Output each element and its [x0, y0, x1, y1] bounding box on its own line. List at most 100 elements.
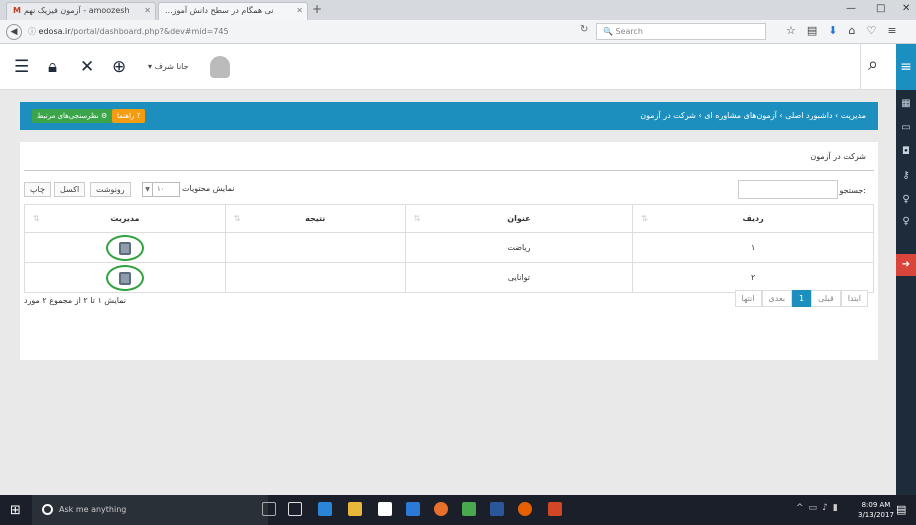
- user-dropdown[interactable]: ▾ جانا شرف: [148, 54, 236, 80]
- main-content: نظرسنجی‌های مرتبط ⚙ راهنما ? مدیریت › دا…: [0, 90, 896, 495]
- table-header-row: ردیف ⇅ عنوان ⇅ نتیجه ⇅ مدیریت ⇅: [24, 204, 874, 233]
- take-exam-button[interactable]: [105, 264, 144, 291]
- home-icon[interactable]: ⌂: [849, 24, 867, 37]
- col-header-management[interactable]: مدیریت ⇅: [24, 204, 226, 233]
- browser-tab-1[interactable]: M آزمون فیزیک نهم - amoozesh ✕: [6, 2, 156, 20]
- print-button[interactable]: چاپ: [24, 182, 51, 197]
- tab-1-label: آزمون فیزیک نهم - amoozesh: [23, 6, 130, 15]
- row-result: [224, 232, 406, 263]
- page-size-value: ۱۰: [157, 185, 165, 193]
- sort-icon: ⇅: [33, 214, 40, 223]
- monitor-icon[interactable]: ▭: [896, 122, 916, 133]
- table-info: نمایش ۱ تا ۲ از مجموع ۲ مورد: [24, 296, 126, 305]
- col-header-title[interactable]: عنوان ⇅: [404, 204, 634, 233]
- close-tab-icon[interactable]: ✕: [296, 3, 303, 19]
- pager-previous[interactable]: قبلی: [811, 290, 841, 307]
- network-icon[interactable]: ▭: [809, 503, 823, 513]
- sidebar-menu-icon[interactable]: ≡: [896, 44, 916, 90]
- url-path: /portal/dashboard.php?&dev#mid=745: [70, 27, 229, 36]
- app-icon[interactable]: [462, 502, 476, 516]
- col-header-title-label: عنوان: [507, 214, 531, 223]
- reload-icon[interactable]: ↻: [580, 24, 588, 35]
- reader-icon[interactable]: ▤: [807, 24, 828, 37]
- url-host: edosa.ir: [38, 27, 71, 36]
- download-icon[interactable]: ⬇: [828, 24, 848, 37]
- chrome-icon[interactable]: [434, 502, 448, 516]
- browser-search-field[interactable]: 🔍 Search: [596, 23, 766, 40]
- task-view-icon[interactable]: [288, 502, 302, 516]
- breadcrumb: مدیریت › داشبورد اصلی › آزمون‌های مشاوره…: [640, 111, 866, 120]
- location-icon[interactable]: ♀: [896, 216, 916, 227]
- sort-icon: ⇅: [413, 214, 421, 223]
- star-icon[interactable]: ☆: [786, 24, 807, 37]
- clock[interactable]: 8:09 AM 3/13/2017: [858, 500, 894, 520]
- browser-toolbar-icons[interactable]: ☆▤⬇⌂♡≡: [786, 24, 908, 37]
- right-sidebar: ≡ ▦ ▭ ◘ ⚷ ♀ ♀ ➜: [896, 44, 916, 495]
- pin-icon[interactable]: ♀: [896, 194, 916, 205]
- pocket-icon[interactable]: ♡: [866, 24, 887, 37]
- row-index: ۲: [632, 262, 874, 293]
- edge-icon[interactable]: [318, 502, 332, 516]
- mic-icon[interactable]: [262, 502, 276, 516]
- system-tray[interactable]: ^▭♪▮: [796, 503, 843, 513]
- exam-table: ردیف ⇅ عنوان ⇅ نتیجه ⇅ مدیریت ⇅ ۱ ریاضت ۲ تو…: [24, 204, 874, 293]
- store-icon[interactable]: [378, 502, 392, 516]
- close-tab-icon[interactable]: ✕: [144, 3, 151, 19]
- file-explorer-icon[interactable]: [348, 502, 362, 516]
- table-row: ۲ توانایی: [24, 262, 874, 293]
- grid-icon[interactable]: ▦: [896, 98, 916, 109]
- volume-icon[interactable]: ♪: [822, 503, 833, 513]
- copy-button[interactable]: رونوشت: [90, 182, 131, 197]
- col-header-index[interactable]: ردیف ⇅: [632, 204, 874, 233]
- minimize-icon[interactable]: —: [846, 3, 856, 14]
- related-surveys-label: نظرسنجی‌های مرتبط: [37, 112, 99, 120]
- page-size-select[interactable]: ▼ ۱۰: [142, 182, 180, 197]
- key-icon[interactable]: ⚷: [896, 170, 916, 181]
- expand-icon[interactable]: ✕: [80, 57, 94, 77]
- user-name: جانا شرف: [154, 62, 189, 71]
- firefox-icon[interactable]: [518, 502, 532, 516]
- gmail-icon: M: [13, 6, 21, 15]
- menu-icon[interactable]: ≡: [887, 24, 907, 37]
- take-exam-button[interactable]: [105, 234, 144, 261]
- cortana-search[interactable]: Ask me anything: [32, 495, 268, 525]
- browser-tab-2[interactable]: ...نی همگام در سطح دانش آموز ✕: [158, 2, 308, 20]
- pager-page-1[interactable]: 1: [792, 290, 812, 307]
- sort-icon: ⇅: [233, 214, 241, 223]
- col-header-result[interactable]: نتیجه ⇅: [224, 204, 406, 233]
- battery-icon[interactable]: ▮: [833, 503, 843, 513]
- search-input[interactable]: [738, 180, 838, 199]
- windows-start-icon[interactable]: ⊞: [10, 503, 21, 518]
- logout-icon[interactable]: ➜: [896, 254, 916, 276]
- word-icon[interactable]: [490, 502, 504, 516]
- excel-button[interactable]: اکسل: [54, 182, 86, 197]
- lock-icon[interactable]: 🔒︎: [48, 57, 57, 77]
- sort-icon: ⇅: [641, 214, 648, 223]
- notifications-icon[interactable]: ▤: [896, 503, 906, 516]
- url-field[interactable]: ⓘ edosa.ir/portal/dashboard.php?&dev#mid…: [28, 24, 568, 40]
- photos-icon[interactable]: [406, 502, 420, 516]
- row-index: ۱: [632, 232, 874, 263]
- breadcrumb-bar: نظرسنجی‌های مرتبط ⚙ راهنما ? مدیریت › دا…: [20, 102, 878, 130]
- new-tab-button[interactable]: +: [312, 2, 322, 16]
- list-menu-icon[interactable]: ☰: [14, 57, 29, 77]
- lock-icon[interactable]: ◘: [896, 146, 916, 157]
- related-surveys-button[interactable]: نظرسنجی‌های مرتبط ⚙: [32, 109, 113, 123]
- avatar: [210, 56, 230, 78]
- browser-tab-bar: M آزمون فیزیک نهم - amoozesh ✕ ...نی همگا…: [0, 0, 916, 20]
- chevron-down-icon: ▼: [143, 183, 153, 196]
- header-divider: [860, 44, 861, 90]
- lifebuoy-icon[interactable]: ⊕: [112, 57, 126, 77]
- close-window-icon[interactable]: ✕: [902, 3, 910, 14]
- panel-divider: [24, 170, 874, 171]
- maximize-icon[interactable]: □: [876, 3, 885, 14]
- pager-next[interactable]: بعدی: [761, 290, 793, 307]
- search-label: جستجو:: [839, 186, 867, 195]
- back-button[interactable]: ◀: [6, 24, 22, 40]
- help-button[interactable]: راهنما ?: [112, 109, 146, 123]
- chevron-up-icon[interactable]: ^: [796, 503, 809, 513]
- powerpoint-icon[interactable]: [548, 502, 562, 516]
- pager-first[interactable]: ابتدا: [840, 290, 868, 307]
- search-icon[interactable]: ⌕: [868, 54, 878, 75]
- pager-last[interactable]: انتها: [734, 290, 762, 307]
